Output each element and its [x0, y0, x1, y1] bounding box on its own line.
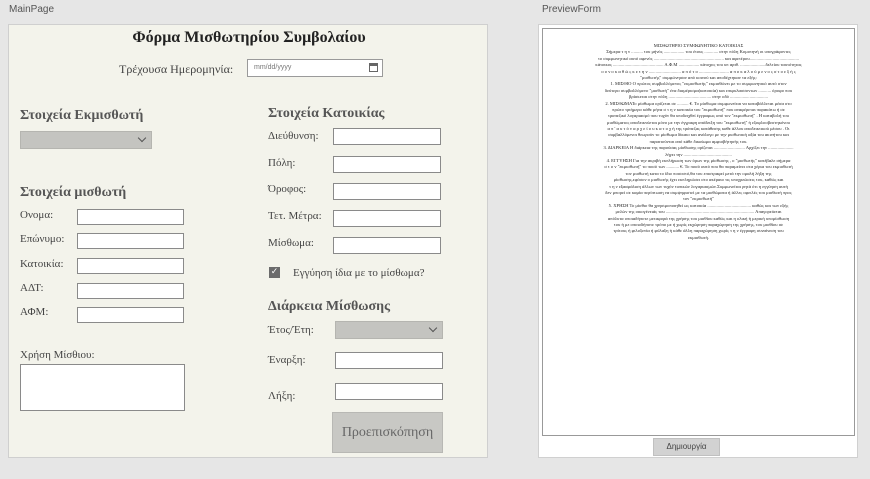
- preview-button[interactable]: Προεπισκόπηση: [332, 412, 443, 453]
- contract-line: παραιτούνται από κάθε δικαίωμα αμφισβήτη…: [649, 138, 748, 144]
- contract-line: εκμισθωτή.: [687, 234, 710, 240]
- landlord-section-heading: Στοιχεία Εκμισθωτή: [20, 108, 144, 123]
- guarantee-label: Εγγύηση ίδια με το μίσθωμα?: [293, 267, 425, 279]
- create-button[interactable]: Δημιουργία: [653, 438, 720, 456]
- calendar-icon[interactable]: [369, 63, 378, 72]
- contract-line: μίσθωσης,εφόσον ο μισθωτής έχει εκπληρώσ…: [613, 177, 784, 183]
- address-input[interactable]: [333, 128, 441, 145]
- tenant-tax-input[interactable]: [77, 307, 184, 323]
- tenant-surname-input[interactable]: [77, 233, 184, 249]
- contract-line: 2. ΜΙΣΘΩΜΑΤο μίσθωμα ορίζεται σε .......…: [605, 100, 792, 106]
- contract-line: συμβαλλόμενοι θεωρούν το μίσθωμα δίκαιο …: [608, 132, 789, 138]
- tenant-id-input[interactable]: [77, 283, 184, 299]
- floor-label: Όροφος:: [268, 183, 307, 195]
- contract-line: "μισθωτής" συμφώνησαν από κοινού και απο…: [640, 74, 757, 80]
- contract-line: τρίτους ή φιλοξενία ή φύλαξη ή κάθε άλλη…: [613, 228, 784, 234]
- end-date-input[interactable]: [335, 383, 443, 400]
- tenant-residence-label: Κατοικία:: [20, 258, 64, 270]
- current-date-input[interactable]: mm/dd/yyyy: [247, 59, 383, 77]
- tenant-name-label: Ονομα:: [20, 209, 54, 221]
- contract-line: 1. ΜΙΣΘΙΟ Ο πρώτος συμβαλλόμενος "εκμισθ…: [610, 81, 787, 87]
- property-section-heading: Στοιχεία Κατοικίας: [268, 106, 385, 121]
- property-use-label: Χρήση Μίσθιου:: [20, 349, 95, 361]
- tenant-section-heading: Στοιχεία μισθωτή: [20, 185, 127, 200]
- contract-line: σ τ ο ν "εκμισθωτή" το ποσό των ........…: [604, 164, 793, 170]
- contract-line: τραπεζικό λογαριασμό που τυχόν θα υποδει…: [608, 113, 789, 119]
- contract-line: μελών της οικογένειάς του ..............…: [615, 209, 782, 215]
- contract-line: πρώτο τριήμερο κάθε μήνα σ τ η ν κατοικί…: [612, 106, 785, 112]
- end-date-label: Λήξη:: [268, 390, 296, 402]
- contract-line: 5. ΧΡΗΣΗ Το μίσθιο θα χρησιμοποιηθεί ως …: [608, 202, 789, 208]
- date-placeholder: mm/dd/yyyy: [254, 64, 292, 71]
- tenant-residence-input[interactable]: [77, 258, 184, 274]
- contract-line: του ή με οποιοδήποτε τρόπο με ή χωρίς εκ…: [613, 221, 784, 227]
- landlord-dropdown[interactable]: [20, 131, 152, 149]
- contract-line: απόλυτα οποιαδήποτε μεταφορά της χρήσης …: [607, 215, 790, 221]
- chevron-down-icon: [428, 323, 438, 333]
- preview-form-title: PreviewForm: [542, 4, 601, 15]
- contract-line: ο ο ν ο κ α θ ώ ς κ ε τ η ν ............…: [601, 68, 796, 74]
- tenant-id-label: ΑΔΤ:: [20, 282, 44, 294]
- duration-section-heading: Διάρκεια Μίσθωσης: [268, 299, 391, 314]
- contract-line: α π ' α υ τ ό ν α ρ χ ε ί ο υ κ α τ ο χ …: [607, 126, 790, 132]
- contract-line: βρίσκεται στην πόλη ....................…: [629, 94, 768, 100]
- address-label: Διεύθυνση:: [268, 130, 319, 142]
- contract-line: μισθώματος αποδεικνύεται μόνο με την έγγ…: [607, 119, 790, 125]
- tenant-name-input[interactable]: [77, 209, 184, 225]
- tenant-surname-label: Επώνυμο:: [20, 233, 65, 245]
- tenant-tax-label: ΑΦΜ:: [20, 306, 49, 318]
- contract-line: Σήμερα τ η ν .......... του μήνός ......…: [606, 49, 791, 55]
- floor-input[interactable]: [333, 183, 441, 200]
- city-input[interactable]: [333, 156, 441, 173]
- current-date-label: Τρέχουσα Ημερομηνία:: [119, 62, 234, 76]
- contract-line: ΜΙΣΘΩΤΗΡΙΟ ΣΥΜΦΩΝΗΤΙΚΟ ΚΑΤΟΙΚΙΑΣ: [653, 43, 744, 48]
- square-meters-label: Τετ. Μέτρα:: [268, 210, 322, 222]
- years-label: Έτος/Έτη:: [268, 324, 314, 336]
- contract-line: τον μισθωτή κατα το ίδιο ποσοστό,θα του …: [625, 170, 772, 176]
- rent-label: Μίσθωμα:: [268, 237, 314, 249]
- square-meters-input[interactable]: [333, 210, 441, 227]
- form-title: Φόρμα Μισθωτηρίου Συμβολαίου: [132, 29, 366, 46]
- main-page-title: MainPage: [9, 4, 55, 15]
- contract-line: 4. ΕΓΓΥΗΣΗ Για την ακριβή εκπλήρωση των …: [606, 158, 791, 164]
- contract-line: λήγει την ..............................…: [665, 151, 732, 157]
- chevron-down-icon: [137, 133, 147, 143]
- contract-line: δεν μπορεί σε καμία περίπτωση να συμψηφι…: [605, 189, 792, 195]
- contract-line: τον "εκμισθωτή": [682, 196, 714, 202]
- start-date-label: Έναρξη:: [268, 354, 306, 366]
- contract-line: δεύτερο συμβαλλόμενο "μισθωτή" ένα διαμέ…: [604, 87, 793, 93]
- rent-input[interactable]: [333, 237, 441, 254]
- contract-line: 3. ΔΙΑΡΚΕΙΑ Η διάρκεια της παρούσας μίσθ…: [603, 145, 794, 151]
- guarantee-checkbox[interactable]: ✓: [269, 267, 280, 278]
- contract-line: το συμφωνητικό αυτό αφενός .............…: [598, 55, 799, 61]
- contract-line: κάτοικος ...............................…: [595, 62, 802, 68]
- property-use-textarea[interactable]: [20, 364, 185, 411]
- start-date-input[interactable]: [335, 352, 443, 369]
- contract-line: τ η ν εξασφάλιση άλλων των τυχόν τυπικών…: [609, 183, 788, 189]
- years-dropdown[interactable]: [335, 321, 443, 339]
- main-page-form: Φόρμα Μισθωτηρίου Συμβολαίου Τρέχουσα Ημ…: [8, 24, 488, 458]
- city-label: Πόλη:: [268, 157, 296, 169]
- preview-document[interactable]: ΜΙΣΘΩΤΗΡΙΟ ΣΥΜΦΩΝΗΤΙΚΟ ΚΑΤΟΙΚΙΑΣ Σήμερα τ…: [542, 28, 855, 436]
- preview-pane: ΜΙΣΘΩΤΗΡΙΟ ΣΥΜΦΩΝΗΤΙΚΟ ΚΑΤΟΙΚΙΑΣ Σήμερα τ…: [538, 24, 858, 458]
